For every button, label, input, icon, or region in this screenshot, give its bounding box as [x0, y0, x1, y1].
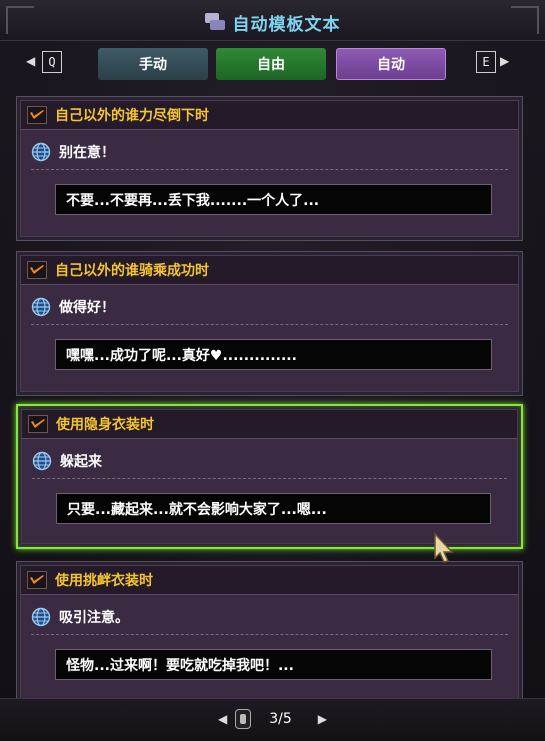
checkmark-icon[interactable] [27, 106, 47, 124]
globe-icon [31, 607, 51, 627]
card-header: 使用隐身衣装时 [22, 410, 517, 439]
divider [31, 634, 508, 635]
message-field[interactable]: 只要...藏起来...就不会影响大家了...嗯... [56, 493, 491, 524]
chat-template-icon [204, 13, 225, 31]
window-title: 自动模板文本 [232, 14, 341, 35]
template-card[interactable]: 自己以外的谁骑乘成功时 做得好！ 嘿嘿...成功了呢...真好♥........… [16, 251, 523, 396]
tab-free[interactable]: 自由 [216, 48, 326, 80]
card-phrase: 做得好！ [59, 300, 115, 316]
card-header: 使用挑衅衣装时 [21, 566, 518, 595]
template-card[interactable]: 使用挑衅衣装时 吸引注意。 怪物...过来啊！要吃就吃掉我吧！... [16, 561, 523, 706]
e-key-hint[interactable]: E [476, 51, 496, 73]
prev-tab-arrow-icon[interactable]: ◀ [26, 54, 35, 68]
message-field[interactable]: 怪物...过来啊！要吃就吃掉我吧！... [55, 649, 492, 680]
checkmark-icon[interactable] [28, 415, 48, 433]
scroll-wheel-icon [235, 709, 252, 729]
phrase-row: 别在意！ [31, 141, 115, 163]
globe-icon [31, 142, 51, 162]
template-card[interactable]: 自己以外的谁力尽倒下时 别在意！ 不要...不要再...丢下我.......一个… [16, 96, 523, 241]
phrase-row: 吸引注意。 [31, 606, 129, 628]
card-body: 使用挑衅衣装时 吸引注意。 怪物...过来啊！要吃就吃掉我吧！... [20, 565, 519, 702]
card-phrase: 别在意！ [59, 145, 115, 161]
phrase-row: 做得好！ [31, 296, 115, 318]
tab-bar: ◀ Q 手动 自由 自动 E ▶ [0, 48, 545, 82]
checkmark-icon[interactable] [27, 261, 47, 279]
card-trigger: 使用隐身衣装时 [56, 417, 154, 433]
template-card-selected[interactable]: 使用隐身衣装时 躲起来 只要...藏起来...就不会影响大家了...嗯... [16, 404, 523, 549]
card-trigger: 自己以外的谁力尽倒下时 [55, 108, 209, 124]
divider [31, 169, 508, 170]
page-indicator: 3/5 [269, 711, 292, 727]
window-header: 自动模板文本 [0, 8, 545, 36]
q-key-hint[interactable]: Q [42, 51, 62, 73]
pager: ◀ 3/5 ▶ [0, 706, 545, 732]
tab-manual[interactable]: 手动 [98, 48, 208, 80]
message-field[interactable]: 不要...不要再...丢下我.......一个人了... [55, 184, 492, 215]
globe-icon [32, 451, 52, 471]
globe-icon [31, 297, 51, 317]
checkmark-icon[interactable] [27, 571, 47, 589]
card-phrase: 吸引注意。 [59, 610, 129, 626]
card-body: 自己以外的谁骑乘成功时 做得好！ 嘿嘿...成功了呢...真好♥........… [20, 255, 519, 392]
message-field[interactable]: 嘿嘿...成功了呢...真好♥.............. [55, 339, 492, 370]
next-tab-arrow-icon[interactable]: ▶ [500, 54, 509, 68]
card-trigger: 使用挑衅衣装时 [55, 573, 153, 589]
card-header: 自己以外的谁力尽倒下时 [21, 101, 518, 130]
phrase-row: 躲起来 [32, 450, 102, 472]
page-current: 3 [269, 711, 279, 727]
mouse-pointer-icon [434, 532, 454, 563]
next-page-arrow-icon[interactable]: ▶ [318, 712, 327, 726]
card-body: 使用隐身衣装时 躲起来 只要...藏起来...就不会影响大家了...嗯... [21, 409, 518, 544]
page-total: 5 [282, 711, 292, 727]
tab-auto[interactable]: 自动 [336, 48, 446, 80]
divider [32, 478, 507, 479]
divider [31, 324, 508, 325]
card-header: 自己以外的谁骑乘成功时 [21, 256, 518, 285]
card-phrase: 躲起来 [60, 454, 102, 470]
card-body: 自己以外的谁力尽倒下时 别在意！ 不要...不要再...丢下我.......一个… [20, 100, 519, 237]
prev-page-arrow-icon[interactable]: ◀ [218, 712, 227, 726]
card-trigger: 自己以外的谁骑乘成功时 [55, 263, 209, 279]
